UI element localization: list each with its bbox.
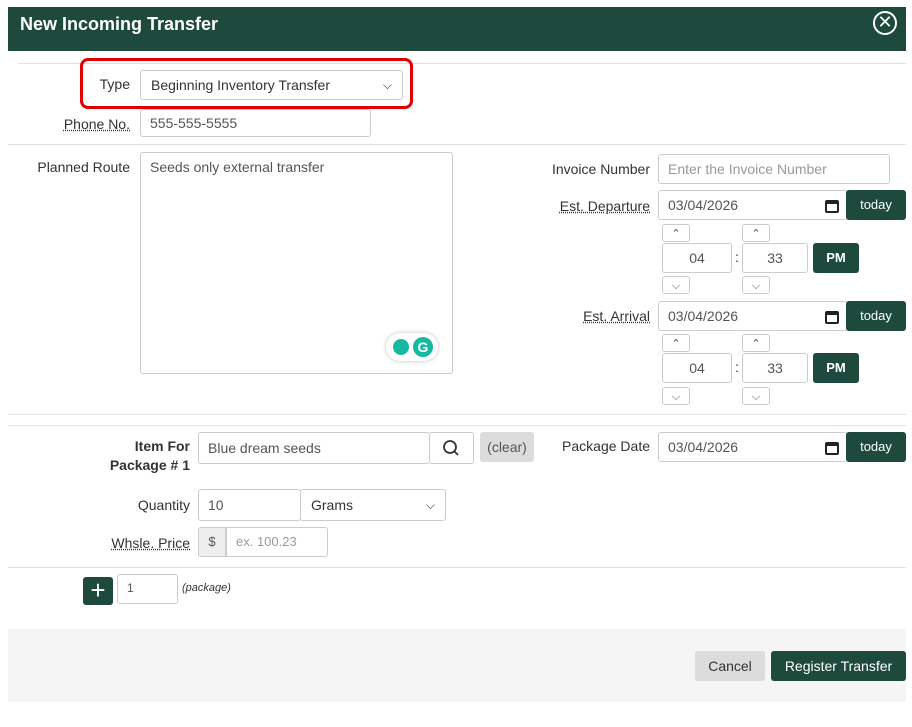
- price-input[interactable]: ex. 100.23: [226, 527, 328, 557]
- phone-input[interactable]: 555-555-5555: [140, 109, 371, 137]
- chevron-down-icon[interactable]: ⌵: [742, 387, 770, 405]
- package-unit-label: (package): [182, 582, 231, 594]
- arrival-date: 03/04/2026: [668, 308, 739, 324]
- arrival-date-input[interactable]: 03/04/2026: [658, 301, 848, 331]
- invoice-input[interactable]: Enter the Invoice Number: [658, 154, 890, 184]
- chevron-up-icon[interactable]: ⌃: [662, 224, 690, 242]
- route-label: Planned Route: [37, 159, 130, 175]
- departure-hour-input[interactable]: 04: [662, 243, 732, 273]
- calendar-icon[interactable]: [825, 200, 839, 213]
- phone-label: Phone No.: [63, 116, 130, 132]
- chevron-up-icon[interactable]: ⌃: [662, 334, 690, 352]
- package-date: 03/04/2026: [668, 439, 739, 455]
- bulb-icon[interactable]: [393, 339, 409, 355]
- plus-icon[interactable]: +: [83, 577, 113, 605]
- divider: [8, 425, 906, 426]
- quantity-input[interactable]: 10: [198, 489, 301, 521]
- item-label-line2: Package # 1: [109, 457, 190, 473]
- departure-label: Est. Departure: [559, 198, 650, 214]
- chevron-down-icon[interactable]: ⌵: [662, 276, 690, 294]
- divider: [8, 567, 906, 568]
- route-textarea[interactable]: Seeds only external transfer G: [140, 152, 453, 374]
- price-label-text: Whsle. Price: [111, 535, 190, 551]
- arrival-minute-input[interactable]: 33: [742, 353, 808, 383]
- invoice-label: Invoice Number: [551, 161, 650, 177]
- chevron-down-icon[interactable]: ⌵: [662, 387, 690, 405]
- currency-addon: $: [198, 527, 226, 557]
- unit-value: Grams: [311, 497, 353, 513]
- chevron-down-icon: ⌵: [425, 498, 435, 512]
- time-separator: :: [735, 249, 739, 265]
- chevron-down-icon: ⌵: [382, 78, 392, 92]
- departure-date-input[interactable]: 03/04/2026: [658, 190, 848, 220]
- grammarly-widget[interactable]: G: [386, 333, 438, 361]
- chevron-up-icon[interactable]: ⌃: [742, 334, 770, 352]
- divider: [8, 144, 906, 145]
- arrival-label: Est. Arrival: [583, 308, 650, 324]
- type-label: Type: [99, 76, 130, 92]
- quantity-label: Quantity: [137, 497, 190, 513]
- arrival-ampm-button[interactable]: PM: [813, 353, 859, 383]
- chevron-down-icon[interactable]: ⌵: [742, 276, 770, 294]
- arrival-hour-input[interactable]: 04: [662, 353, 732, 383]
- item-search-input[interactable]: Blue dream seeds: [198, 432, 430, 464]
- time-separator: :: [735, 359, 739, 375]
- departure-today-button[interactable]: today: [846, 190, 906, 220]
- package-date-label: Package Date: [562, 438, 650, 454]
- price-label: Whsle. Price: [60, 535, 190, 551]
- cancel-button[interactable]: Cancel: [695, 651, 765, 681]
- arrival-today-button[interactable]: today: [846, 301, 906, 331]
- route-text: Seeds only external transfer: [150, 159, 325, 175]
- type-value: Beginning Inventory Transfer: [151, 77, 330, 93]
- close-icon[interactable]: ✕: [873, 11, 897, 35]
- departure-ampm-button[interactable]: PM: [813, 243, 859, 273]
- package-count-input[interactable]: 1: [117, 574, 178, 604]
- package-date-input[interactable]: 03/04/2026: [658, 432, 848, 462]
- item-label-line1: Item For: [134, 438, 190, 454]
- divider: [8, 414, 906, 415]
- grammarly-icon[interactable]: G: [413, 337, 433, 357]
- type-select[interactable]: Beginning Inventory Transfer ⌵: [140, 70, 403, 100]
- package-today-button[interactable]: today: [846, 432, 906, 462]
- departure-minute-input[interactable]: 33: [742, 243, 808, 273]
- search-icon[interactable]: [430, 432, 474, 464]
- calendar-icon[interactable]: [825, 311, 839, 324]
- dialog-title: New Incoming Transfer: [20, 14, 219, 34]
- chevron-up-icon[interactable]: ⌃: [742, 224, 770, 242]
- register-transfer-button[interactable]: Register Transfer: [771, 651, 906, 681]
- departure-date: 03/04/2026: [668, 197, 739, 213]
- calendar-icon[interactable]: [825, 442, 839, 455]
- unit-select[interactable]: Grams ⌵: [300, 489, 446, 521]
